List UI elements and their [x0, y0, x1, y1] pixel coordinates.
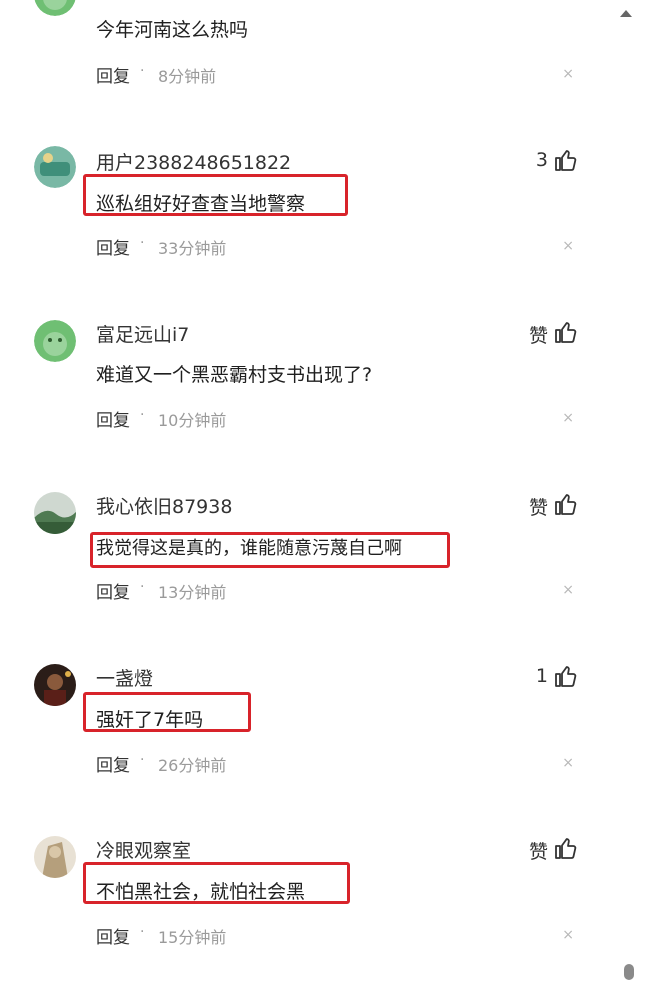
highlight-box [83, 862, 350, 904]
separator-dot: · [140, 924, 145, 940]
avatar[interactable] [34, 664, 76, 706]
comment-text: 难道又一个黑恶霸村支书出现了? [96, 364, 373, 386]
comment-item: 冷眼观察室 赞 不怕黑社会，就怕社会黑 回复 · 15分钟前 × [0, 834, 660, 1006]
comment-item: 用户2388248651822 3 巡私组好好查查当地警察 回复 · 33分钟前… [0, 146, 660, 318]
close-icon[interactable]: × [562, 582, 574, 598]
reply-button[interactable]: 回复 [96, 234, 130, 259]
separator-dot: · [140, 752, 145, 768]
username[interactable]: 冷眼观察室 [96, 836, 191, 863]
reply-button[interactable]: 回复 [96, 62, 130, 87]
like-count: 3 [535, 149, 548, 171]
avatar[interactable] [34, 320, 76, 362]
comment-time: 26分钟前 [158, 756, 227, 775]
like-count: 赞 [528, 325, 548, 347]
username[interactable]: 一盏燈 [96, 664, 153, 691]
highlight-box [83, 174, 348, 216]
avatar[interactable] [34, 492, 76, 534]
like-count: 1 [535, 665, 548, 687]
highlight-box [83, 692, 251, 732]
like-count: 赞 [528, 841, 548, 863]
comment-item: 我心依旧87938 赞 我觉得这是真的，谁能随意污蔑自己啊 回复 · 13分钟前… [0, 490, 660, 662]
avatar[interactable] [34, 0, 76, 16]
username[interactable]: 用户2388248651822 [96, 148, 291, 175]
comment-time: 15分钟前 [158, 928, 227, 947]
comment-time: 33分钟前 [158, 239, 227, 258]
close-icon[interactable]: × [562, 238, 574, 254]
scroll-up-arrow-icon[interactable] [620, 10, 632, 17]
comment-item: 富足远山i7 赞 难道又一个黑恶霸村支书出现了? 回复 · 10分钟前 × [0, 318, 660, 490]
close-icon[interactable]: × [562, 66, 574, 82]
highlight-box [90, 532, 450, 568]
thumbs-up-icon[interactable] [554, 492, 578, 516]
separator-dot: · [140, 63, 145, 79]
avatar[interactable] [34, 836, 76, 878]
thumbs-up-icon[interactable] [554, 836, 578, 860]
reply-button[interactable]: 回复 [96, 751, 130, 776]
comment-text: 今年河南这么热吗 [96, 19, 249, 41]
separator-dot: · [140, 579, 145, 595]
comment-item: 一盏燈 1 强奸了7年吗 回复 · 26分钟前 × [0, 662, 660, 834]
close-icon[interactable]: × [562, 755, 574, 771]
comment-time: 13分钟前 [158, 583, 227, 602]
reply-button[interactable]: 回复 [96, 923, 130, 948]
like-count: 赞 [528, 497, 548, 519]
username[interactable]: 富足远山i7 [96, 320, 189, 347]
close-icon[interactable]: × [562, 927, 574, 943]
thumbs-up-icon[interactable] [554, 148, 578, 172]
reply-button[interactable]: 回复 [96, 406, 130, 431]
avatar[interactable] [34, 146, 76, 188]
thumbs-up-icon[interactable] [554, 664, 578, 688]
reply-button[interactable]: 回复 [96, 578, 130, 603]
close-icon[interactable]: × [562, 410, 574, 426]
comment-time: 8分钟前 [158, 67, 217, 86]
separator-dot: · [140, 235, 145, 251]
comment-time: 10分钟前 [158, 411, 227, 430]
thumbs-up-icon[interactable] [554, 320, 578, 344]
username[interactable]: 我心依旧87938 [96, 492, 232, 519]
scrollbar-thumb[interactable] [624, 964, 634, 980]
separator-dot: · [140, 407, 145, 423]
